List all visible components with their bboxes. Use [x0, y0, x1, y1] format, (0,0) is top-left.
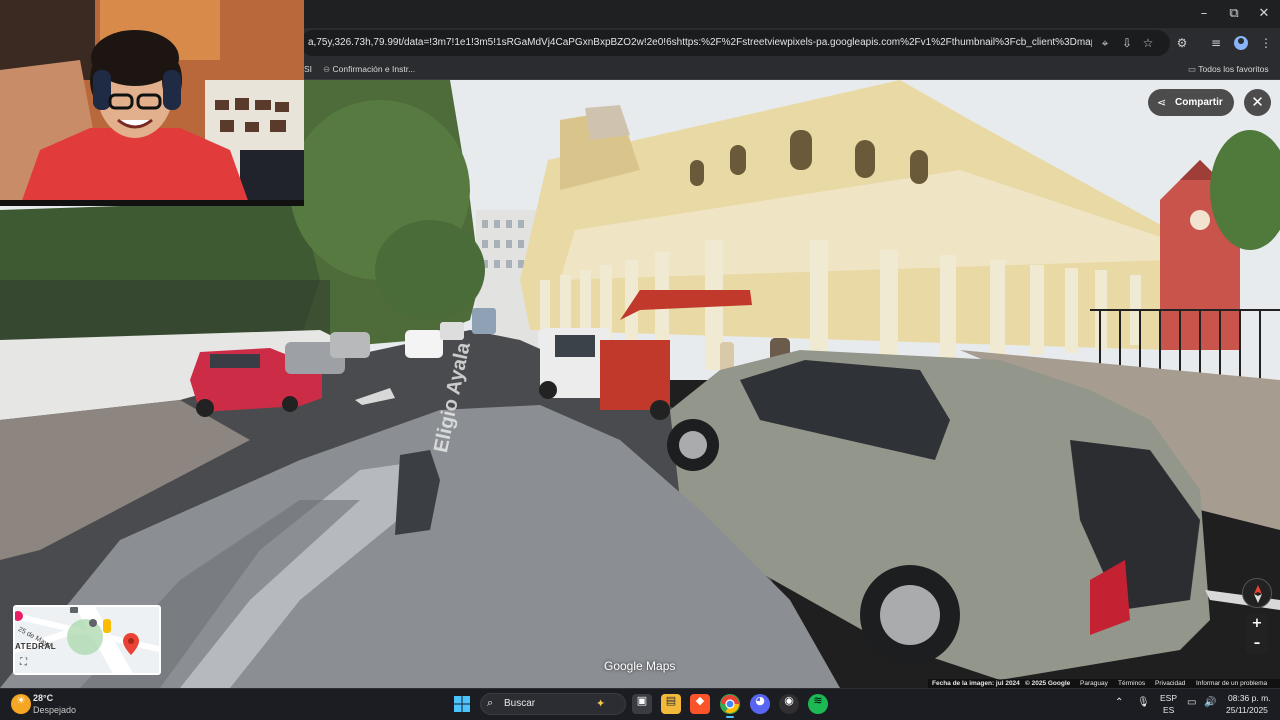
clock-date[interactable]: 25/11/2025 [1226, 705, 1268, 715]
discord-icon[interactable]: ◕ [750, 694, 770, 714]
search-placeholder[interactable]: Buscar [504, 698, 535, 709]
file-explorer-icon[interactable]: ▤ [661, 694, 681, 714]
task-view-icon[interactable]: ▣ [632, 694, 652, 714]
close-streetview-button[interactable]: ✕ [1244, 89, 1271, 116]
location-icon[interactable]: ⌖ [1096, 34, 1114, 52]
microphone-icon[interactable]: 🎙 [1137, 697, 1150, 708]
zoom-in-button[interactable]: + [1246, 614, 1268, 634]
maximize-button[interactable]: ⧉ [1218, 4, 1250, 24]
share-icon: ⋖ [1157, 96, 1167, 109]
bookmark-label: Confirmación e Instr... [332, 64, 416, 74]
clock-time[interactable]: 08:36 p. m. [1228, 693, 1271, 703]
zoom-out-button[interactable]: – [1246, 634, 1268, 654]
network-icon[interactable]: ▭ [1187, 697, 1196, 708]
active-app-indicator [726, 716, 734, 718]
menu-icon[interactable]: ⋮ [1257, 34, 1275, 52]
url-text[interactable]: a,75y,326.73h,79.99t/data=!3m7!1e1!3m5!1… [308, 34, 1092, 52]
screen: – ⧉ ✕ a,75y,326.73h,79.99t/data=!3m7!1e1… [0, 0, 1280, 720]
spotify-icon[interactable]: ≋ [808, 694, 828, 714]
media-icon[interactable]: ≡ [1207, 34, 1225, 52]
language-code[interactable]: ESP [1160, 693, 1177, 703]
minimize-button[interactable]: – [1188, 4, 1220, 24]
weather-icon[interactable]: ☀ [11, 694, 31, 714]
copilot-sparkle-icon: ✦ [596, 698, 606, 710]
minimap-area-label: ATEDRAL [15, 642, 57, 651]
extensions-icon[interactable]: ⚙ [1173, 34, 1191, 52]
search-icon: ⌕ [487, 697, 494, 709]
folder-icon: ▭ [1188, 64, 1199, 74]
brave-icon[interactable]: ◆ [690, 694, 710, 714]
all-favorites-folder[interactable]: ▭ Todos los favoritos [1188, 58, 1269, 80]
all-favorites-label: Todos los favoritos [1198, 64, 1269, 74]
webcam-overlay [0, 0, 304, 206]
close-window-button[interactable]: ✕ [1248, 4, 1280, 24]
weather-condition[interactable]: Despejado [33, 705, 76, 715]
windows-start-icon[interactable] [452, 694, 472, 714]
volume-icon[interactable]: 🔊 [1204, 697, 1216, 708]
google-maps-watermark: Google Maps [604, 659, 676, 673]
bookmark-item-confirmacion[interactable]: ⊖ Confirmación e Instr... [323, 58, 415, 80]
tray-chevron-icon[interactable]: ⌃ [1115, 697, 1123, 708]
compass-control[interactable] [1242, 578, 1272, 608]
star-icon[interactable]: ☆ [1139, 34, 1157, 52]
obs-icon[interactable]: ◉ [779, 694, 799, 714]
profile-icon[interactable] [1232, 34, 1250, 52]
weather-temp[interactable]: 28°C [33, 693, 53, 703]
chrome-icon[interactable] [720, 694, 740, 714]
install-icon[interactable]: ⇩ [1118, 34, 1136, 52]
bookmark-item-partial[interactable]: SI [304, 58, 312, 80]
expand-map-icon[interactable]: ⛶ [20, 657, 32, 669]
language-region[interactable]: ES [1163, 705, 1174, 715]
